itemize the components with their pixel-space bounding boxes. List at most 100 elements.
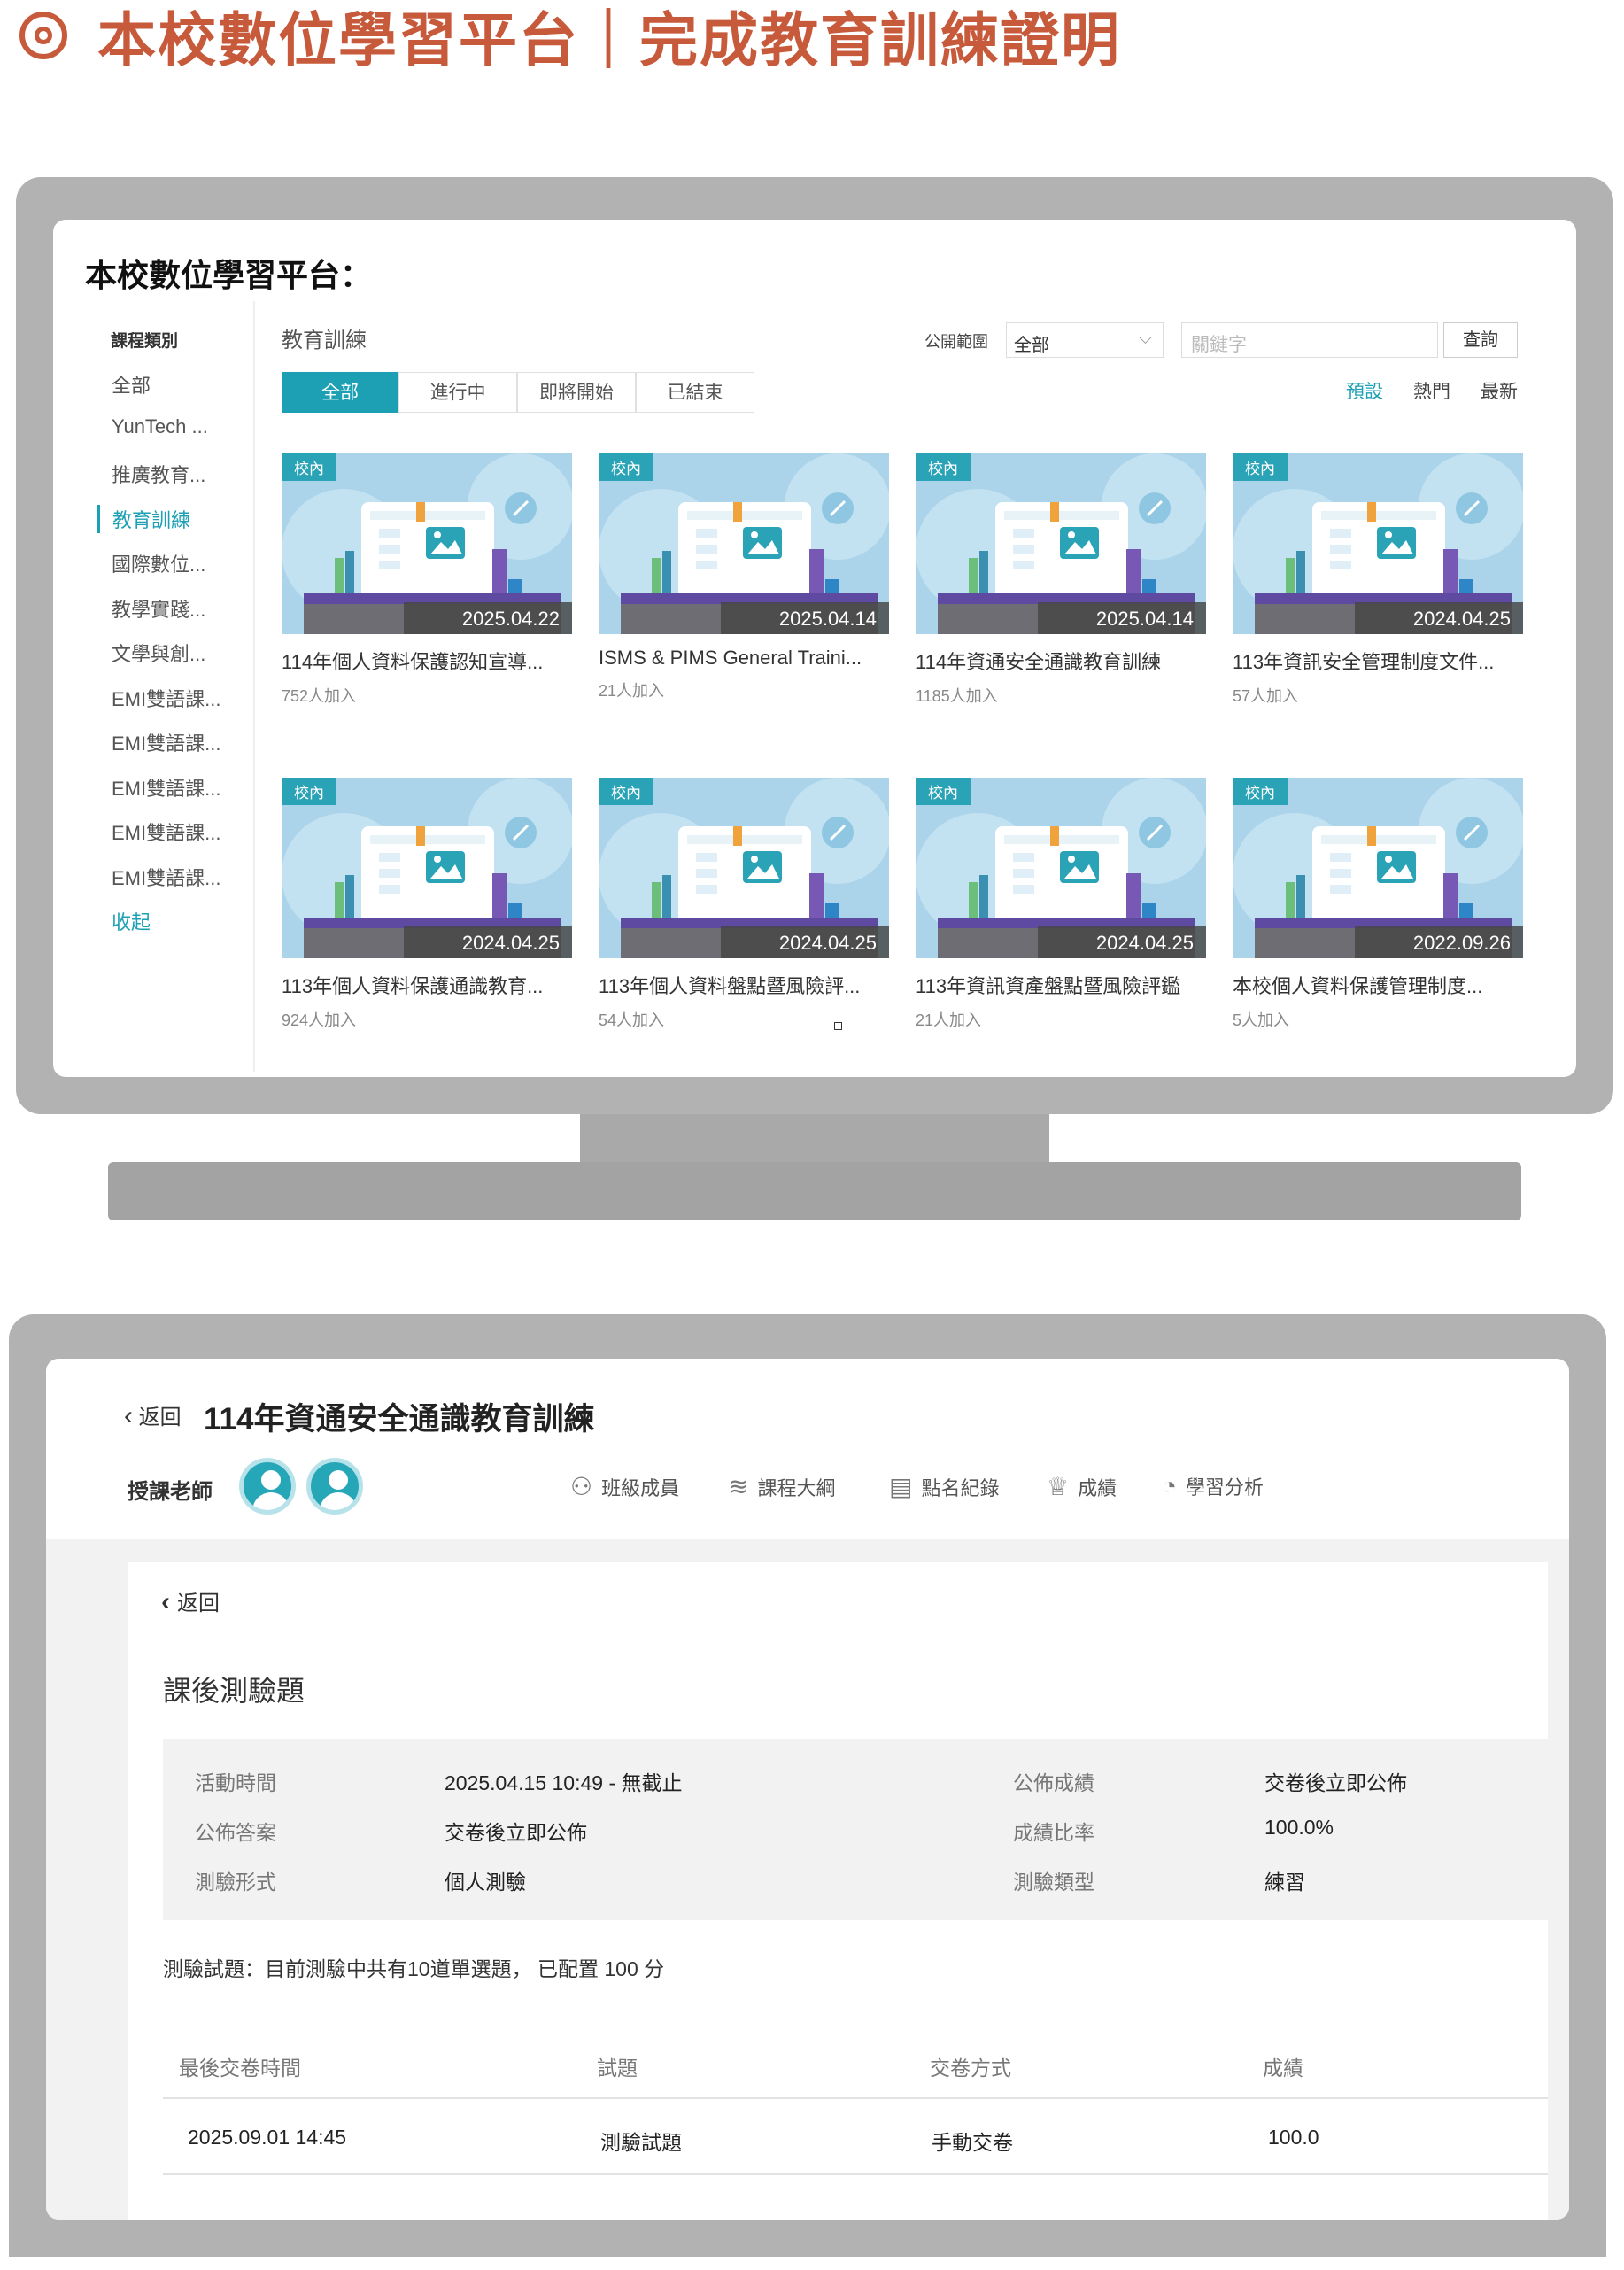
course-date: 2022.09.26 (1355, 926, 1523, 958)
course-thumbnail[interactable]: 校內 2022.09.26 (1233, 778, 1523, 958)
course-date: 2025.04.22 (404, 602, 572, 634)
table-divider (163, 2097, 1548, 2099)
info-label: 成績比率 (1013, 1821, 1094, 1844)
table-header: 最後交卷時間 (179, 2057, 301, 2080)
breadcrumb: 教育訓練 (282, 329, 367, 353)
heading-text: 本校數位學習平台｜完成教育訓練證明 (97, 7, 1121, 73)
tab-label: 學習分析 (1185, 1476, 1264, 1499)
document-icon: ▤ (889, 1473, 913, 1500)
category-item[interactable]: EMI雙語課... (112, 773, 220, 802)
page-heading: 本校數位學習平台｜完成教育訓練證明 (19, 0, 1121, 73)
course-thumbnail[interactable]: 校內 2024.04.25 (282, 778, 572, 958)
filter-tab-upcoming[interactable]: 即將開始 (517, 372, 636, 413)
course-thumbnail[interactable]: 校內 2025.04.22 (282, 453, 572, 634)
table-cell: 手動交卷 (932, 2131, 1013, 2154)
collapse-link[interactable]: 收起 (112, 907, 151, 935)
course-thumbnail[interactable]: 校內 2025.04.14 (599, 453, 889, 634)
category-item[interactable]: 文學與創... (112, 639, 205, 667)
filter-tab-ongoing[interactable]: 進行中 (398, 372, 517, 413)
course-joined-count: 924人加入 (282, 1011, 357, 1029)
scope-select[interactable]: 全部 ⌵ (1006, 322, 1164, 358)
course-thumbnail[interactable]: 校內 2025.04.14 (916, 453, 1206, 634)
course-joined-count: 21人加入 (599, 682, 665, 700)
course-card[interactable]: 校內 2024.04.25 113年資訊資產盤點暨風險評鑑 21人加入 (916, 778, 1206, 1031)
teacher-label: 授課老師 (128, 1480, 213, 1504)
category-item[interactable]: 教育訓練 (97, 504, 190, 533)
course-thumbnail[interactable]: 校內 2024.04.25 (1233, 453, 1523, 634)
chevron-left-icon: ‹ (124, 1401, 133, 1430)
course-title[interactable]: 114年個人資料保護認知宣導... (282, 647, 572, 675)
monitor-stand (108, 1162, 1521, 1220)
course-joined-count: 1185人加入 (916, 687, 998, 705)
category-item[interactable]: EMI雙語課... (112, 684, 220, 712)
sort-popular[interactable]: 熱門 (1413, 377, 1450, 404)
category-item[interactable]: EMI雙語課... (112, 817, 220, 846)
category-item[interactable]: 國際數位... (112, 549, 205, 577)
keyword-input[interactable]: 關鍵字 (1181, 322, 1438, 358)
info-value: 練習 (1264, 1871, 1305, 1894)
category-item[interactable]: EMI雙語課... (112, 863, 220, 891)
info-value: 交卷後立即公佈 (445, 1821, 587, 1844)
pie-chart-icon: ◔ (1162, 1472, 1177, 1499)
course-card[interactable]: 校內 2025.04.22 114年個人資料保護認知宣導... 752人加入 (282, 453, 572, 707)
course-card[interactable]: 校內 2025.04.14 ISMS & PIMS General Traini..… (599, 453, 889, 701)
filter-tab-ended[interactable]: 已結束 (636, 372, 754, 413)
table-header: 交卷方式 (930, 2057, 1011, 2080)
course-screen: ‹ 返回 114年資通安全通識教育訓練 授課老師 ⚇ 班級成員 ≋ 課程大綱 ▤ 點名… (46, 1359, 1569, 2220)
course-tag: 校內 (282, 453, 336, 481)
course-title[interactable]: ISMS & PIMS General Traini... (599, 647, 889, 670)
platform-screen: 本校數位學習平台： 課程類別 全部 YunTech ... 推廣教育... 教育訓練國… (53, 220, 1576, 1077)
course-title[interactable]: 113年個人資料保護通識教育... (282, 971, 572, 999)
course-tag: 校內 (916, 453, 971, 481)
tab-analytics[interactable]: ◔ 學習分析 (1162, 1472, 1264, 1500)
category-item[interactable]: 全部 (112, 370, 151, 399)
course-title[interactable]: 114年資通安全通識教育訓練 (916, 647, 1206, 675)
category-item[interactable]: EMI雙語課... (112, 728, 220, 756)
course-thumbnail[interactable]: 校內 2024.04.25 (916, 778, 1206, 958)
table-cell[interactable]: 測驗試題 (600, 2126, 682, 2156)
filter-tab-all[interactable]: 全部 (282, 372, 398, 413)
course-joined-count: 5人加入 (1233, 1011, 1290, 1029)
course-title[interactable]: 113年個人資料盤點暨風險評... (599, 971, 889, 999)
course-card[interactable]: 校內 2024.04.25 113年資訊安全管理制度文件... 57人加入 (1233, 453, 1523, 707)
category-item[interactable]: YunTech ... (112, 415, 208, 438)
tab-grades[interactable]: ♕ 成績 (1047, 1472, 1117, 1501)
course-card[interactable]: 校內 2022.09.26 本校個人資料保護管理制度... 5人加入 (1233, 778, 1523, 1031)
search-button[interactable]: 查詢 (1443, 322, 1518, 358)
table-header: 成績 (1263, 2057, 1303, 2080)
course-title[interactable]: 本校個人資料保護管理制度... (1233, 971, 1523, 999)
category-item[interactable]: 教學實踐... (112, 594, 205, 623)
info-value: 100.0% (1264, 1816, 1334, 1839)
trophy-icon: ♕ (1047, 1473, 1070, 1500)
category-item[interactable]: 推廣教育... (112, 460, 205, 488)
course-card[interactable]: 校內 2024.04.25 113年個人資料保護通識教育... 924人加入 (282, 778, 572, 1031)
tab-label: 成績 (1078, 1476, 1117, 1499)
tab-label: 點名紀錄 (921, 1476, 1000, 1499)
course-card[interactable]: 校內 2025.04.14 114年資通安全通識教育訓練 1185人加入 (916, 453, 1206, 707)
course-tag: 校內 (1233, 453, 1288, 481)
course-title[interactable]: 113年資訊資產盤點暨風險評鑑 (916, 971, 1206, 999)
sort-newest[interactable]: 最新 (1481, 377, 1518, 404)
back-label: 返回 (138, 1406, 182, 1429)
tab-members[interactable]: ⚇ 班級成員 (570, 1472, 679, 1501)
tab-syllabus[interactable]: ≋ 課程大綱 (728, 1472, 835, 1501)
screen-title: 本校數位學習平台： (85, 257, 373, 293)
course-card[interactable]: 校內 2024.04.25 113年個人資料盤點暨風險評... 54人加入 (599, 778, 889, 1031)
info-label: 測驗形式 (195, 1871, 276, 1894)
info-label: 公佈答案 (195, 1821, 276, 1844)
back-link[interactable]: ‹ 返回 (124, 1399, 182, 1431)
course-tag: 校內 (282, 778, 336, 805)
teacher-avatar[interactable] (239, 1458, 296, 1515)
course-title[interactable]: 113年資訊安全管理制度文件... (1233, 647, 1523, 675)
sort-default[interactable]: 預設 (1346, 377, 1383, 404)
course-date: 2024.04.25 (1355, 602, 1523, 634)
teacher-avatar[interactable] (306, 1458, 363, 1515)
course-thumbnail[interactable]: 校內 2024.04.25 (599, 778, 889, 958)
chevron-down-icon: ⌵ (1138, 329, 1152, 348)
info-label: 活動時間 (195, 1771, 276, 1794)
sidebar-divider (253, 301, 255, 1072)
panel-back-link[interactable]: ‹ 返回 (161, 1585, 220, 1617)
pagination-dot[interactable] (834, 1022, 842, 1030)
tab-attendance[interactable]: ▤ 點名紀錄 (889, 1472, 999, 1501)
scope-value: 全部 (1014, 336, 1049, 355)
